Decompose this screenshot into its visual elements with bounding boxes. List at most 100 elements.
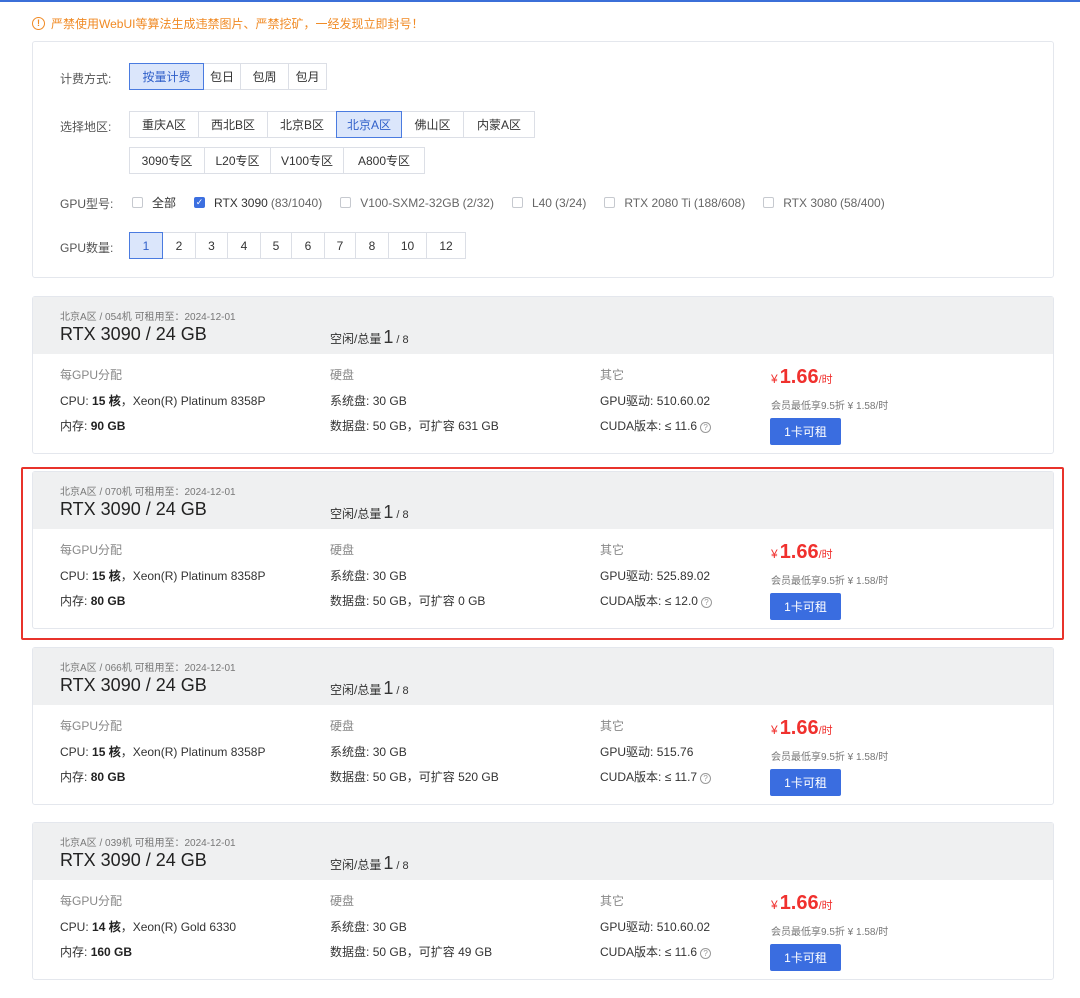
gpu-model-checkbox[interactable]: L40 (3/24) <box>511 195 587 210</box>
per-gpu-column: 每GPU分配 CPU: 14 核，Xeon(R) Gold 6330 内存: 160… <box>60 892 236 959</box>
driver-label: GPU驱动: <box>600 394 654 408</box>
per-gpu-heading: 每GPU分配 <box>60 894 123 908</box>
gpu-count-option[interactable]: 5 <box>260 232 292 259</box>
gpu-count-option[interactable]: 12 <box>426 232 466 259</box>
driver-value: 510.60.02 <box>656 394 711 408</box>
gpu-model-checkbox[interactable]: ✓ RTX 3090 (83/1040) <box>194 196 322 210</box>
price-unit: /时 <box>818 549 833 561</box>
machine-title: RTX 3090 / 24 GB <box>60 499 207 519</box>
card-header: 北京A区 / 039机 可租用至：2024-12-01 RTX 3090 / 24… <box>33 823 1053 880</box>
region-option[interactable]: L20专区 <box>204 147 271 174</box>
data-disk-value: 50 GB， <box>372 945 419 959</box>
gpu-count-option[interactable]: 10 <box>388 232 427 259</box>
price-amount: 1.66 <box>779 892 819 914</box>
data-disk-label: 数据盘: <box>330 419 370 433</box>
gpu-count-option[interactable]: 8 <box>355 232 389 259</box>
cpu-model: ，Xeon(R) Platinum 8358P <box>120 745 266 759</box>
mem-value: 80 GB <box>90 770 126 784</box>
machine-title: RTX 3090 / 24 GB <box>60 324 207 344</box>
idle-count: 1 <box>383 853 394 873</box>
member-discount: 会员最低享9.5折 ¥ 1.58/时 <box>771 752 889 763</box>
price-currency: ¥ <box>771 547 778 561</box>
mem-label: 内存: <box>60 594 88 608</box>
mem-label: 内存: <box>60 770 88 784</box>
gpu-model-checkbox[interactable]: 全部 <box>132 194 176 211</box>
sys-disk-label: 系统盘: <box>330 394 370 408</box>
price: ¥1.66/时 <box>771 541 833 564</box>
data-disk-label: 数据盘: <box>330 770 370 784</box>
region-option[interactable]: 北京B区 <box>267 111 337 138</box>
top-accent-line <box>0 0 1080 2</box>
billing-option[interactable]: 包月 <box>288 63 327 90</box>
checkbox-icon <box>511 197 523 208</box>
per-gpu-heading: 每GPU分配 <box>60 719 123 733</box>
checkbox-icon <box>763 197 775 208</box>
other-column: 其它 GPU驱动: 510.60.02 CUDA版本: ≤ 11.6? <box>600 892 712 959</box>
region-option[interactable]: 重庆A区 <box>129 111 199 138</box>
gpu-count-option[interactable]: 4 <box>227 232 261 259</box>
gpu-model-name: V100-SXM2-32GB <box>360 195 460 210</box>
gpu-count-option[interactable]: 6 <box>291 232 325 259</box>
rent-button[interactable]: 1卡可租 <box>770 418 841 445</box>
checkbox-icon: ✓ <box>194 197 206 208</box>
gpu-model-name: RTX 3090 <box>214 195 268 210</box>
billing-option[interactable]: 包周 <box>240 63 289 90</box>
rent-button[interactable]: 1卡可租 <box>770 769 841 796</box>
gpu-model-checkbox[interactable]: V100-SXM2-32GB (2/32) <box>340 196 494 210</box>
region-option[interactable]: 佛山区 <box>401 111 464 138</box>
card-header: 北京A区 / 054机 可租用至：2024-12-01 RTX 3090 / 24… <box>33 297 1053 354</box>
gpu-model-count: (188/608) <box>693 195 746 210</box>
per-gpu-column: 每GPU分配 CPU: 15 核，Xeon(R) Platinum 8358P 内存… <box>60 541 265 608</box>
machine-meta: 北京A区 / 039机 可租用至：2024-12-01 <box>60 838 236 849</box>
idle-label: 空闲/总量 <box>330 507 382 521</box>
expand-label: 可扩容 <box>418 594 455 608</box>
gpu-count-option[interactable]: 1 <box>129 232 163 259</box>
machine-card: 北京A区 / 066机 可租用至：2024-12-01 RTX 3090 / 24… <box>32 647 1054 805</box>
cpu-cores: 14 核 <box>92 920 121 934</box>
gpu-model-count: (3/24) <box>554 195 587 210</box>
gpu-model-checkbox[interactable]: RTX 2080 Ti (188/608) <box>604 196 745 210</box>
sys-disk-label: 系统盘: <box>330 569 370 583</box>
region-options-row2: 3090专区 L20专区 V100专区 A800专区 <box>129 147 425 174</box>
driver-value: 510.60.02 <box>656 920 711 934</box>
idle-label: 空闲/总量 <box>330 683 382 697</box>
rent-button[interactable]: 1卡可租 <box>770 944 841 971</box>
gpu-count-option[interactable]: 2 <box>162 232 196 259</box>
gpu-count-option[interactable]: 3 <box>195 232 228 259</box>
region-option[interactable]: 北京A区 <box>336 111 402 138</box>
data-disk-label: 数据盘: <box>330 594 370 608</box>
price-currency: ¥ <box>771 723 778 737</box>
gpu-count-label: GPU数量: <box>60 241 114 255</box>
region-option[interactable]: 内蒙A区 <box>463 111 535 138</box>
cpu-model: ，Xeon(R) Gold 6330 <box>120 920 237 934</box>
region-option[interactable]: 西北B区 <box>198 111 268 138</box>
gpu-count-option[interactable]: 7 <box>324 232 356 259</box>
billing-option[interactable]: 包日 <box>203 63 241 90</box>
price-currency: ¥ <box>771 372 778 386</box>
price-amount: 1.66 <box>779 366 819 388</box>
data-disk-label: 数据盘: <box>330 945 370 959</box>
help-icon[interactable]: ? <box>700 773 712 784</box>
disk-heading: 硬盘 <box>330 894 355 908</box>
cpu-line: CPU: 15 核，Xeon(R) Platinum 8358P <box>60 567 265 584</box>
idle-count: 1 <box>383 327 394 347</box>
region-option[interactable]: V100专区 <box>270 147 344 174</box>
gpu-model-checkbox[interactable]: RTX 3080 (58/400) <box>763 196 885 210</box>
sys-disk-line: 系统盘: 30 GB <box>330 743 407 760</box>
region-option[interactable]: 3090专区 <box>129 147 205 174</box>
driver-line: GPU驱动: 525.89.02 <box>600 567 710 584</box>
region-option[interactable]: A800专区 <box>343 147 425 174</box>
help-icon[interactable]: ? <box>700 422 712 433</box>
help-icon[interactable]: ? <box>700 597 712 608</box>
total-count: / 8 <box>396 860 409 872</box>
cuda-value: ≤ 12.0 <box>664 594 698 608</box>
gpu-count-options: 1 2 3 4 5 6 7 8 10 12 <box>129 232 466 259</box>
data-disk-value: 50 GB， <box>372 419 419 433</box>
driver-value: 525.89.02 <box>656 569 711 583</box>
help-icon[interactable]: ? <box>700 948 712 959</box>
rent-button[interactable]: 1卡可租 <box>770 593 841 620</box>
billing-option[interactable]: 按量计费 <box>129 63 204 90</box>
data-disk-line: 数据盘: 50 GB，可扩容 49 GB <box>330 943 492 960</box>
checkbox-icon <box>132 197 143 208</box>
idle-total: 空闲/总量 1/ 8 <box>330 853 409 874</box>
